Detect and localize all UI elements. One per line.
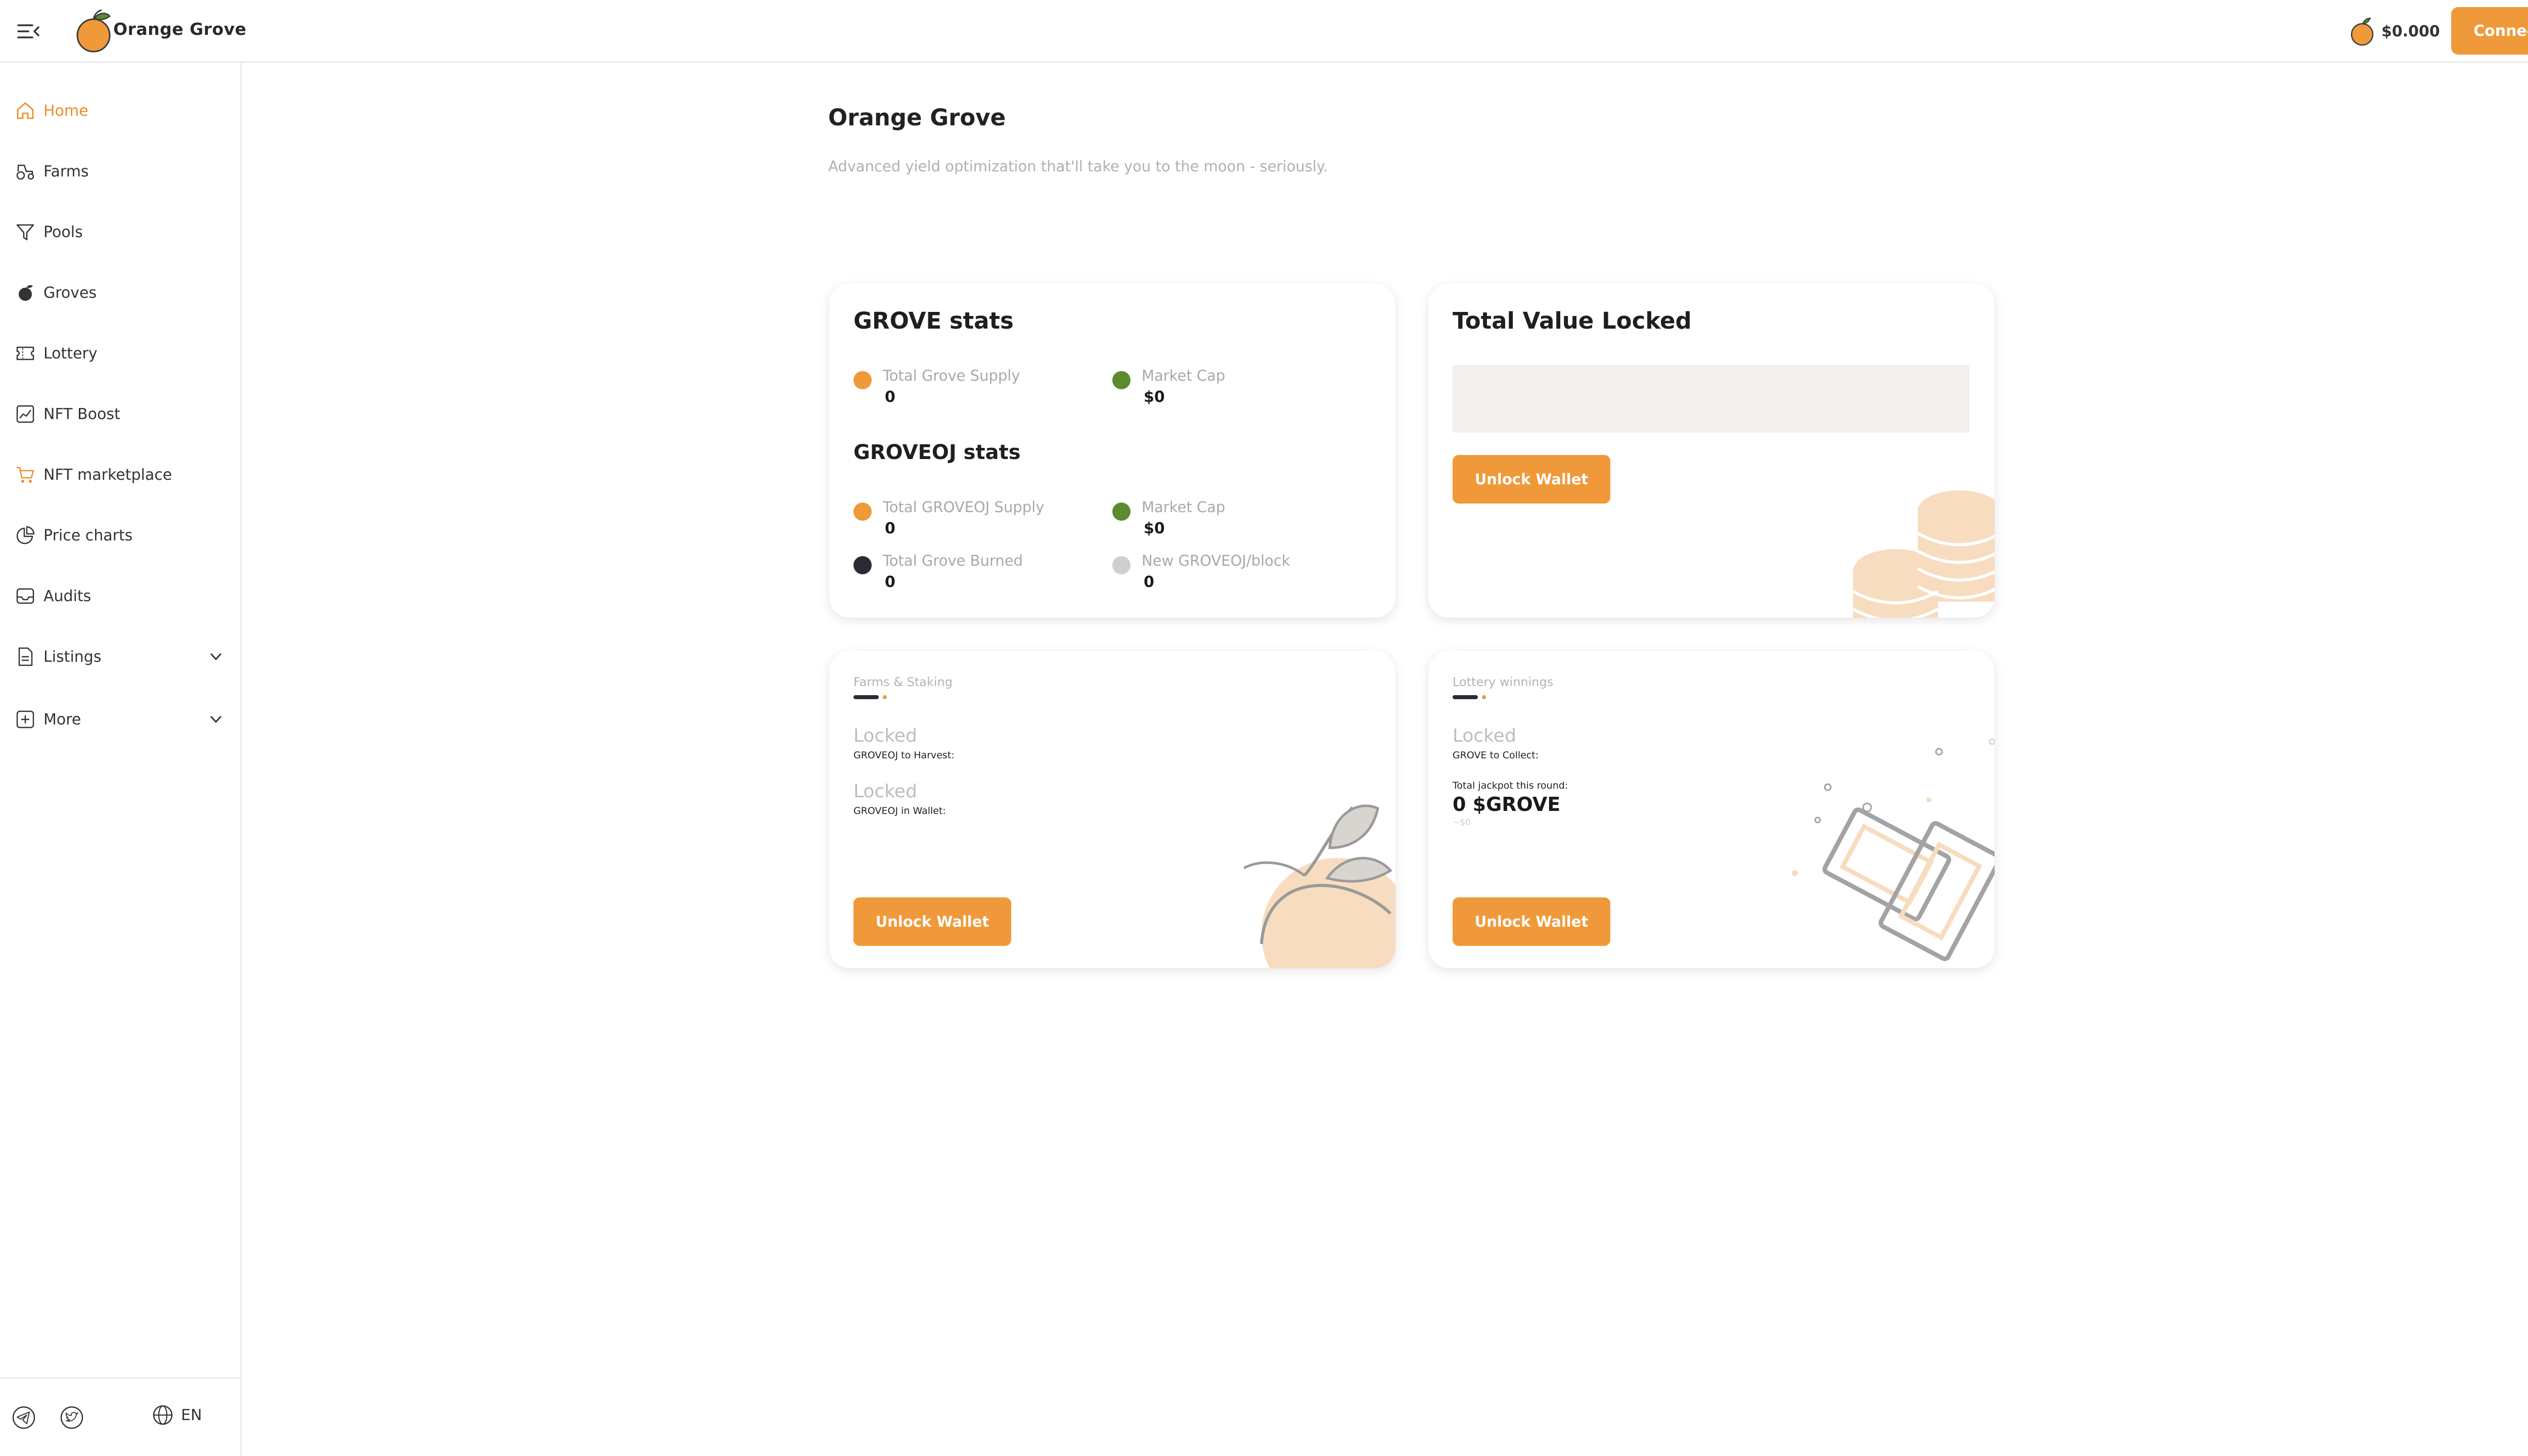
sidebar-item-label: NFT Boost bbox=[43, 405, 120, 423]
jackpot-label: Total jackpot this round: bbox=[1453, 780, 1568, 791]
orange-dot-icon bbox=[853, 503, 872, 521]
heading-underline-dot bbox=[883, 695, 887, 699]
jackpot-value: 0 $GROVE bbox=[1453, 793, 1561, 815]
document-icon bbox=[18, 647, 33, 666]
unlock-wallet-button[interactable]: Unlock Wallet bbox=[853, 897, 1011, 946]
inbox-icon bbox=[16, 588, 34, 604]
sidebar-item-label: Lottery bbox=[43, 344, 98, 362]
sidebar-item-farms[interactable]: Farms bbox=[0, 147, 240, 196]
funnel-icon bbox=[16, 224, 34, 241]
sidebar-item-audits[interactable]: Audits bbox=[0, 572, 240, 620]
lottery-heading: Lottery winnings bbox=[1453, 675, 1554, 689]
dark-dot-icon bbox=[853, 556, 872, 574]
trend-chart-icon bbox=[16, 405, 34, 423]
unlock-wallet-button[interactable]: Unlock Wallet bbox=[1453, 455, 1610, 504]
token-price-value: $0.000 bbox=[2381, 22, 2440, 40]
orange-logo-icon[interactable] bbox=[73, 9, 114, 54]
farms-heading: Farms & Staking bbox=[853, 675, 953, 689]
tvl-title: Total Value Locked bbox=[1453, 307, 1692, 334]
heading-underline bbox=[853, 695, 879, 699]
stat-label: Total Grove Burned bbox=[883, 552, 1023, 569]
sidebar-item-label: Price charts bbox=[43, 526, 133, 544]
farms-staking-card: Farms & Staking Locked GROVEOJ to Harves… bbox=[829, 651, 1395, 968]
orange-fruit-icon bbox=[19, 285, 33, 301]
grove-stats-card: GROVE stats Total Grove Supply 0 Market … bbox=[829, 283, 1395, 618]
coin-stack-icon bbox=[1853, 490, 1995, 618]
stat-value: $0 bbox=[1144, 520, 1165, 537]
orange-token-icon bbox=[2351, 17, 2374, 46]
sidebar-item-label: NFT marketplace bbox=[43, 466, 172, 484]
tvl-value-placeholder bbox=[1453, 365, 1969, 433]
sidebar-footer: EN bbox=[0, 1377, 240, 1456]
stat-value: 0 bbox=[885, 573, 895, 591]
token-price: $0.000 bbox=[2349, 14, 2440, 49]
sidebar-item-label: Listings bbox=[43, 648, 102, 666]
sidebar-item-label: Audits bbox=[43, 587, 92, 605]
sidebar-item-label: Pools bbox=[43, 223, 83, 241]
sidebar: Home Farms Pools Groves Lottery NFT Boos… bbox=[0, 63, 242, 1456]
home-icon bbox=[17, 102, 34, 119]
ticket-icon bbox=[16, 346, 34, 360]
stat-value: 0 bbox=[885, 388, 895, 406]
pie-chart-icon bbox=[16, 526, 35, 544]
lottery-tickets-icon bbox=[1792, 738, 1995, 962]
plus-square-icon bbox=[16, 710, 34, 729]
unlock-wallet-button[interactable]: Unlock Wallet bbox=[1453, 897, 1610, 946]
jackpot-usd: ~$0 bbox=[1453, 817, 1471, 828]
orange-dot-icon bbox=[853, 371, 872, 389]
tractor-icon bbox=[16, 164, 34, 180]
chevron-down-icon[interactable] bbox=[207, 648, 224, 665]
stat-label: Market Cap bbox=[1142, 367, 1226, 384]
sidebar-item-nft-boost[interactable]: NFT Boost bbox=[0, 390, 240, 438]
page-subtitle: Advanced yield optimization that'll take… bbox=[828, 158, 1328, 175]
stat-value: $0 bbox=[1144, 388, 1165, 406]
collect-locked: Locked bbox=[1453, 725, 1516, 746]
top-bar: Orange Grove $0.000 Connect bbox=[0, 0, 2528, 63]
stat-label: Total GROVEOJ Supply bbox=[883, 498, 1045, 516]
language-selector[interactable]: EN bbox=[152, 1404, 202, 1426]
sidebar-item-listings[interactable]: Listings bbox=[0, 632, 240, 681]
telegram-icon[interactable] bbox=[11, 1405, 36, 1430]
sidebar-item-label: More bbox=[43, 710, 81, 729]
stat-value: 0 bbox=[885, 520, 895, 537]
sidebar-item-pools[interactable]: Pools bbox=[0, 208, 240, 256]
heading-underline-dot bbox=[1482, 695, 1486, 699]
green-dot-icon bbox=[1112, 371, 1131, 389]
wallet-locked: Locked bbox=[853, 781, 917, 802]
stat-label: New GROVEOJ/block bbox=[1142, 552, 1290, 569]
green-dot-icon bbox=[1112, 503, 1131, 521]
grove-stats-title: GROVE stats bbox=[853, 307, 1014, 334]
wallet-label: GROVEOJ in Wallet: bbox=[853, 805, 946, 816]
sidebar-item-home[interactable]: Home bbox=[0, 86, 240, 135]
sidebar-item-groves[interactable]: Groves bbox=[0, 268, 240, 317]
heading-underline bbox=[1453, 695, 1478, 699]
sidebar-item-nft-marketplace[interactable]: NFT marketplace bbox=[0, 450, 240, 499]
collect-label: GROVE to Collect: bbox=[1453, 750, 1539, 761]
connect-button[interactable]: Connect bbox=[2451, 7, 2528, 55]
chevron-down-icon[interactable] bbox=[207, 711, 224, 728]
twitter-icon[interactable] bbox=[59, 1405, 84, 1430]
stat-label: Total Grove Supply bbox=[883, 367, 1020, 384]
harvest-label: GROVEOJ to Harvest: bbox=[853, 750, 955, 761]
sidebar-item-label: Home bbox=[43, 102, 88, 120]
stat-value: 0 bbox=[1144, 573, 1154, 591]
sidebar-item-price-charts[interactable]: Price charts bbox=[0, 511, 240, 560]
sidebar-item-more[interactable]: More bbox=[0, 695, 240, 744]
harvest-locked: Locked bbox=[853, 725, 917, 746]
language-label: EN bbox=[181, 1406, 202, 1424]
tvl-card: Total Value Locked Unlock Wallet bbox=[1428, 283, 1995, 618]
stat-label: Market Cap bbox=[1142, 498, 1226, 516]
sidebar-item-label: Farms bbox=[43, 162, 89, 180]
grey-dot-icon bbox=[1112, 556, 1131, 574]
orange-illustration-icon bbox=[1244, 804, 1395, 968]
lottery-card: Lottery winnings Locked GROVE to Collect… bbox=[1428, 651, 1995, 968]
groveoj-stats-title: GROVEOJ stats bbox=[853, 441, 1021, 464]
cart-icon bbox=[17, 467, 34, 483]
brand-name[interactable]: Orange Grove bbox=[113, 19, 247, 39]
globe-icon bbox=[153, 1405, 173, 1425]
page-title: Orange Grove bbox=[828, 104, 1006, 131]
menu-collapse-icon[interactable] bbox=[17, 21, 39, 41]
sidebar-item-lottery[interactable]: Lottery bbox=[0, 329, 240, 378]
sidebar-item-label: Groves bbox=[43, 284, 97, 302]
